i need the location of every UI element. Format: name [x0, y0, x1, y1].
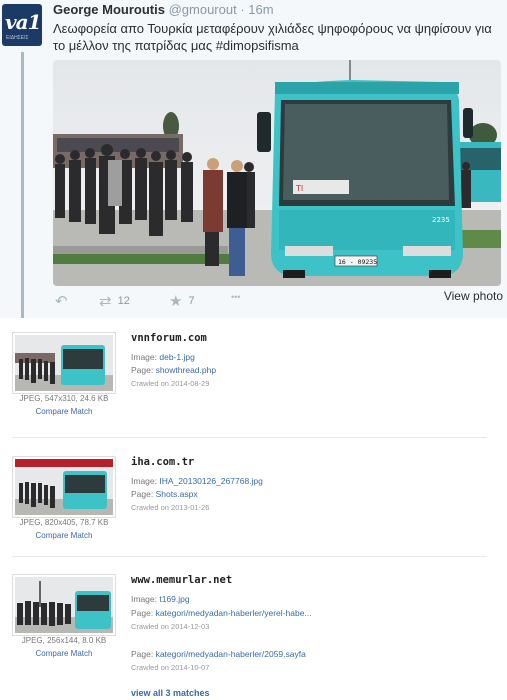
result-thumbnail[interactable]: [12, 332, 116, 394]
result-domain: www.memurlar.net: [131, 574, 233, 586]
result-thumbnail[interactable]: [12, 574, 116, 636]
conversation-line: [21, 52, 24, 318]
page-line: Page: Shots.aspx: [131, 489, 198, 499]
favorite-button[interactable]: ★ 7: [169, 292, 195, 310]
crawled-date: Crawled on 2014-10-07: [131, 663, 210, 672]
favorite-count: 7: [188, 295, 195, 307]
image-line: Image: t169.jpg: [131, 594, 190, 604]
compare-match-link[interactable]: Compare Match: [12, 531, 116, 540]
reply-icon: ↶: [55, 293, 68, 310]
retweet-icon: ⇄: [99, 293, 112, 310]
crawled-date: Crawled on 2014-12-03: [131, 622, 210, 631]
view-all-matches-link[interactable]: view all 3 matches: [131, 688, 210, 698]
thumbnail-meta: JPEG, 820x405, 78.7 KB: [19, 518, 109, 527]
more-icon: •••: [231, 292, 241, 302]
page-label: Page:: [131, 649, 156, 659]
avatar[interactable]: va1 ΕΙΔΗΣΕΙΣ: [2, 4, 42, 46]
bus-license-plate: 16 - 09235: [338, 258, 377, 266]
bus-fleet-number: 2235: [432, 216, 450, 224]
retweet-count: 12: [117, 295, 130, 307]
image-line: Image: IHA_20130126_267768.jpg: [131, 476, 263, 486]
result-domain: iha.com.tr: [131, 456, 195, 468]
page-line-2: Page: kategori/medyadan-haberler/2059.sa…: [131, 649, 306, 659]
tweet-card: va1 ΕΙΔΗΣΕΙΣ George Mouroutis @gmourout …: [0, 0, 507, 318]
image-label: Image:: [131, 352, 160, 362]
crawled-date: Crawled on 2013-01-26: [131, 503, 210, 512]
result-thumbnail[interactable]: [12, 456, 116, 518]
tweet-header: George Mouroutis @gmourout · 16m: [53, 2, 274, 17]
page-link[interactable]: kategori/medyadan-haberler/yerel-habe...: [156, 608, 312, 618]
view-photo-link[interactable]: View photo: [444, 289, 503, 303]
avatar-logo-subtext: ΕΙΔΗΣΕΙΣ: [6, 35, 29, 41]
page-label: Page:: [131, 608, 156, 618]
image-label: Image:: [131, 476, 160, 486]
thumbnail-meta: JPEG, 256x144, 8.0 KB: [21, 636, 107, 645]
page-line: Page: showthread.php: [131, 365, 216, 375]
compare-match-link[interactable]: Compare Match: [12, 407, 116, 416]
image-link[interactable]: t169.jpg: [159, 594, 189, 604]
separator-dot: ·: [240, 2, 245, 17]
page-link[interactable]: kategori/medyadan-haberler/2059.sayfa: [156, 649, 306, 659]
more-button[interactable]: •••: [231, 292, 240, 302]
tweet-text: Λεωφορεία απο Τουρκία μεταφέρουν χιλιάδε…: [53, 20, 503, 54]
image-link[interactable]: deb-1.jpg: [159, 352, 194, 362]
hashtag-link[interactable]: #dimopsifisma: [216, 38, 299, 53]
bus-route-sign: ΤΙ: [295, 184, 303, 193]
tweet-photo[interactable]: ΤΙ 16 - 09235 2235: [53, 60, 501, 286]
result-domain: vnnforum.com: [131, 332, 207, 344]
thumbnail-meta: JPEG, 547x310, 24.6 KB: [19, 394, 109, 403]
page-label: Page:: [131, 365, 156, 375]
crawled-date: Crawled on 2014-08-29: [131, 379, 210, 388]
tweet-actions: ↶ ⇄ 12 ★ 7 •••: [53, 292, 503, 312]
avatar-logo-text: va1: [5, 10, 41, 34]
result-divider: [12, 556, 487, 557]
user-name[interactable]: George Mouroutis: [53, 2, 165, 17]
image-link[interactable]: IHA_20130126_267768.jpg: [159, 476, 263, 486]
page-line: Page: kategori/medyadan-haberler/yerel-h…: [131, 608, 312, 618]
page-link[interactable]: Shots.aspx: [156, 489, 198, 499]
tweet-timestamp[interactable]: 16m: [248, 2, 273, 17]
user-handle[interactable]: @gmourout: [169, 2, 237, 17]
image-line: Image: deb-1.jpg: [131, 352, 195, 362]
compare-match-link[interactable]: Compare Match: [12, 649, 116, 658]
page-link[interactable]: showthread.php: [156, 365, 217, 375]
result-divider: [12, 437, 487, 438]
retweet-button[interactable]: ⇄ 12: [99, 292, 130, 310]
image-label: Image:: [131, 594, 160, 604]
star-icon: ★: [169, 293, 183, 310]
reply-button[interactable]: ↶: [55, 292, 68, 310]
page-label: Page:: [131, 489, 156, 499]
